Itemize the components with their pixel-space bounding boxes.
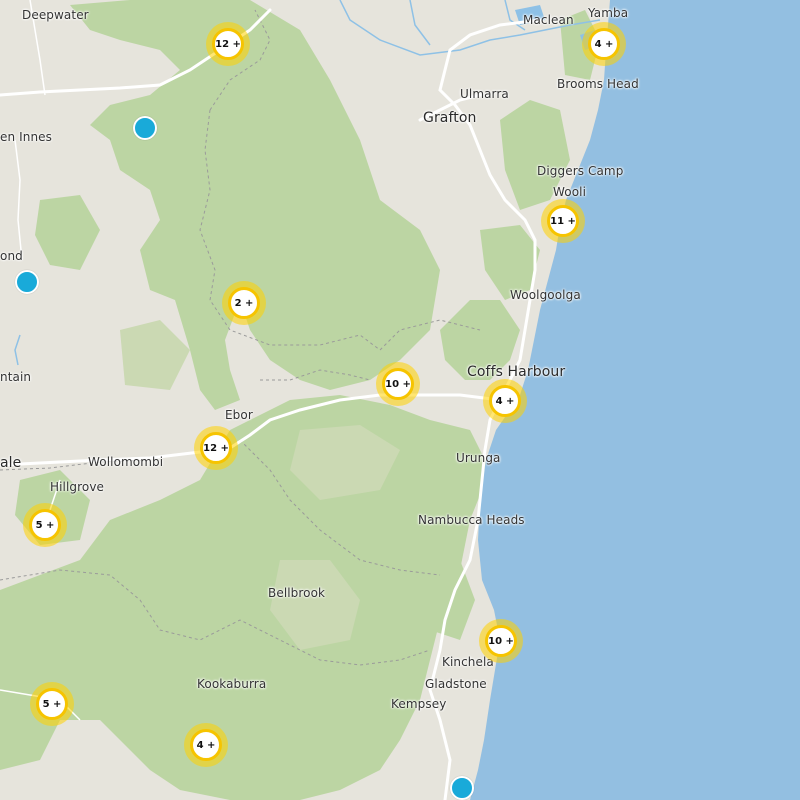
cluster-count: 11 + — [550, 215, 576, 227]
cluster-count: 5 + — [42, 698, 62, 710]
location-marker[interactable] — [133, 116, 157, 140]
cluster-marker-ring: 5 + — [29, 509, 61, 541]
cluster-marker[interactable]: 12 + — [206, 22, 250, 66]
cluster-marker-ring: 12 + — [212, 28, 244, 60]
place-label-glen-innes: en Innes — [0, 130, 52, 144]
cluster-count: 10 + — [488, 635, 514, 647]
place-label-deepwater: Deepwater — [22, 8, 89, 22]
place-label-kookaburra: Kookaburra — [197, 677, 267, 691]
cluster-marker-ring: 10 + — [382, 368, 414, 400]
cluster-marker-ring: 11 + — [547, 205, 579, 237]
cluster-marker[interactable]: 2 + — [222, 281, 266, 325]
place-label-guyra: ond — [0, 249, 23, 263]
place-label-urunga: Urunga — [456, 451, 501, 465]
place-label-woolgoolga: Woolgoolga — [510, 288, 581, 302]
place-label-diggers-camp: Diggers Camp — [537, 164, 624, 178]
cluster-count: 2 + — [234, 297, 254, 309]
place-label-yamba: Yamba — [588, 6, 629, 20]
place-label-grafton: Grafton — [423, 110, 477, 126]
cluster-marker-ring: 12 + — [200, 432, 232, 464]
location-marker[interactable] — [15, 270, 39, 294]
cluster-marker-ring: 10 + — [485, 625, 517, 657]
place-label-armidale: ale — [0, 455, 22, 471]
cluster-marker-ring: 4 + — [588, 28, 620, 60]
place-label-kempsey: Kempsey — [391, 697, 447, 711]
cluster-marker-ring: 4 + — [489, 385, 521, 417]
cluster-marker[interactable]: 4 + — [582, 22, 626, 66]
place-label-ebor: Ebor — [225, 408, 253, 422]
cluster-marker[interactable]: 11 + — [541, 199, 585, 243]
cluster-count: 4 + — [495, 395, 515, 407]
cluster-marker[interactable]: 5 + — [23, 503, 67, 547]
cluster-marker-ring: 4 + — [190, 729, 222, 761]
place-label-bellbrook: Bellbrook — [268, 586, 326, 600]
cluster-count: 12 + — [203, 442, 229, 454]
cluster-marker[interactable]: 10 + — [479, 619, 523, 663]
place-label-hillgrove: Hillgrove — [50, 480, 105, 494]
cluster-marker-ring: 2 + — [228, 287, 260, 319]
cluster-count: 4 + — [196, 739, 216, 751]
place-label-gladstone: Gladstone — [425, 677, 487, 691]
place-label-ulmarra: Ulmarra — [460, 87, 509, 101]
cluster-marker[interactable]: 5 + — [30, 682, 74, 726]
place-label-maclean: Maclean — [523, 13, 574, 27]
location-marker[interactable] — [450, 776, 474, 800]
place-label-wollomombi: Wollomombi — [88, 455, 164, 469]
cluster-marker[interactable]: 4 + — [483, 379, 527, 423]
cluster-marker[interactable]: 4 + — [184, 723, 228, 767]
cluster-count: 12 + — [215, 38, 241, 50]
map-canvas[interactable]: Deepwater Maclean Yamba Brooms Head Ulma… — [0, 0, 800, 800]
place-label-nambucca-heads: Nambucca Heads — [418, 513, 525, 527]
cluster-marker[interactable]: 12 + — [194, 426, 238, 470]
cluster-count: 5 + — [35, 519, 55, 531]
cluster-count: 4 + — [594, 38, 614, 50]
place-label-coffs-harbour: Coffs Harbour — [467, 364, 566, 380]
cluster-marker[interactable]: 10 + — [376, 362, 420, 406]
place-label-wooli: Wooli — [553, 185, 587, 199]
cluster-count: 10 + — [385, 378, 411, 390]
place-label-fountain: ntain — [0, 370, 32, 384]
place-label-brooms-head: Brooms Head — [557, 77, 639, 91]
cluster-marker-ring: 5 + — [36, 688, 68, 720]
